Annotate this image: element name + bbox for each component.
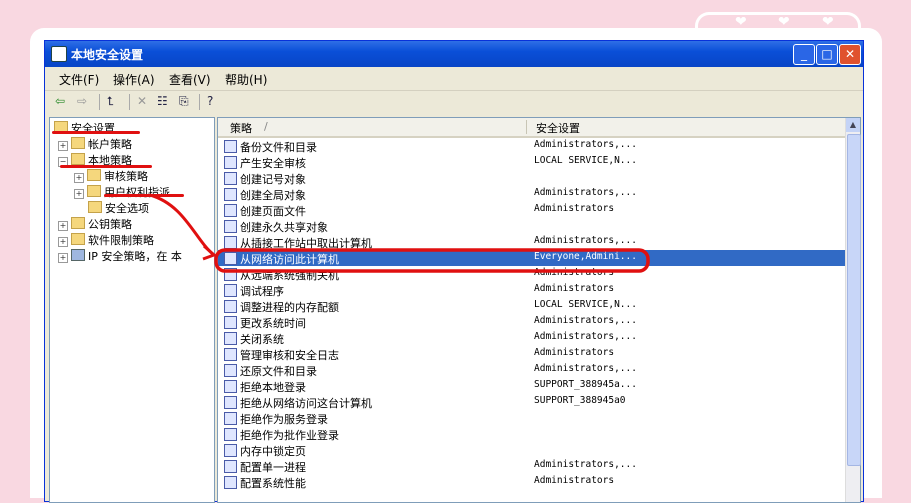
annotation-overlay bbox=[149, 193, 650, 273]
annotation-highlight-box bbox=[214, 248, 650, 273]
